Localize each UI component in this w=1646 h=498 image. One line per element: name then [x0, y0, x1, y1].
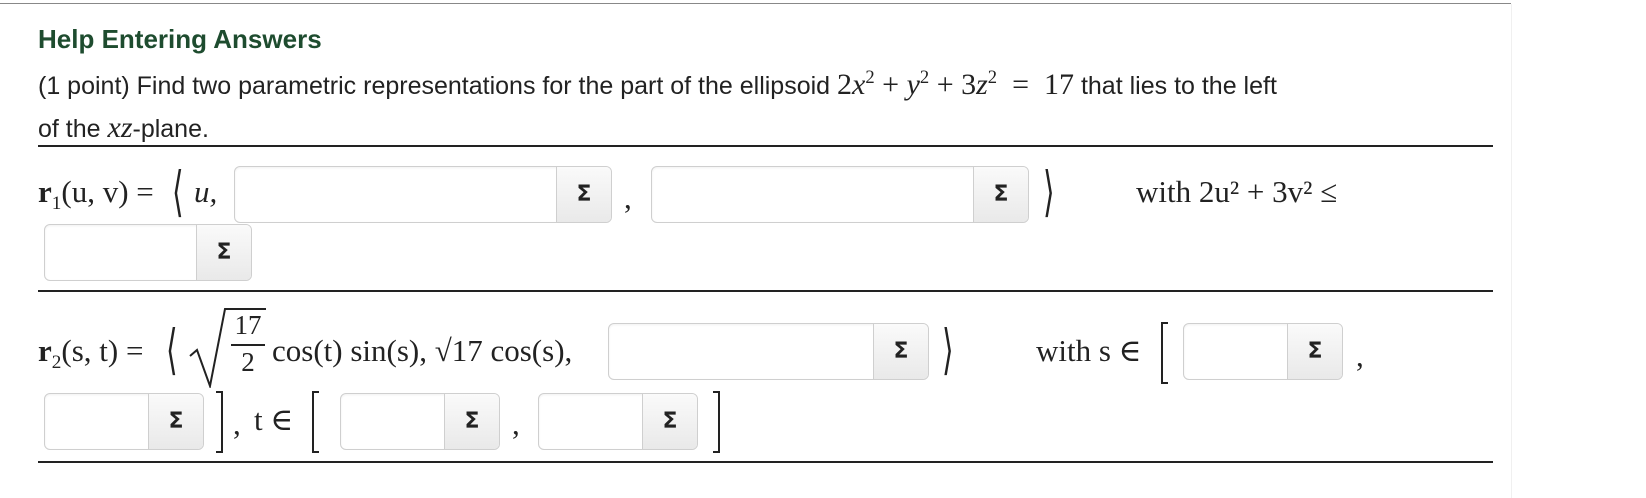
r1-answer-1[interactable]: Σ [234, 166, 612, 223]
divider [38, 461, 1493, 463]
r1-answer-2-input[interactable] [652, 167, 973, 222]
r2-close-angle: ⟩ [942, 320, 954, 380]
t-min-answer[interactable]: Σ [340, 393, 500, 450]
r1-first-component: u, [194, 174, 218, 209]
fraction-denominator: 2 [241, 347, 255, 377]
s-min-answer[interactable]: Σ [1183, 323, 1343, 380]
ellipsoid-equation: 2x2 + y2 + 3z2 = 17 [837, 67, 1075, 101]
r1-constraint: with 2u² + 3v² ≤ [1136, 174, 1338, 209]
equation-editor-button[interactable]: Σ [973, 167, 1028, 222]
divider [38, 145, 1493, 147]
s-range-label: with s ∈ [1036, 333, 1142, 368]
r1-answer-3-input[interactable] [45, 225, 196, 280]
divider [38, 290, 1493, 292]
t-range-label: t ∈ [254, 402, 294, 437]
equation-editor-button[interactable]: Σ [556, 167, 611, 222]
equation-editor-button[interactable]: Σ [196, 225, 251, 280]
t-max-answer[interactable]: Σ [538, 393, 698, 450]
r1-lhs: (u, v) = [61, 174, 154, 209]
fraction-numerator: 17 [234, 310, 262, 340]
r1-comma: , [624, 180, 632, 215]
s-min-input[interactable] [1184, 324, 1287, 379]
s-range-comma: , [1356, 338, 1364, 373]
problem-line2-post: -plane. [132, 115, 209, 143]
r1-open-angle: ⟨ [172, 162, 184, 222]
equation-editor-button[interactable]: Σ [873, 324, 928, 379]
r1-answer-3[interactable]: Σ [44, 224, 252, 281]
r1-close-angle: ⟩ [1043, 162, 1055, 222]
t-max-input[interactable] [539, 394, 642, 449]
t-range-comma: , [512, 406, 520, 441]
r1-answer-2[interactable]: Σ [651, 166, 1029, 223]
t-open-bracket [312, 391, 319, 453]
problem-line2-pre: of the [38, 115, 108, 143]
equation-editor-button[interactable]: Σ [444, 394, 499, 449]
s-close-bracket [216, 391, 223, 453]
problem-intro: (1 point) Find two parametric representa… [38, 72, 838, 100]
t-min-input[interactable] [341, 394, 444, 449]
plane-name: xz [107, 111, 133, 144]
r1-answer-1-input[interactable] [235, 167, 556, 222]
s-open-bracket [1161, 322, 1168, 384]
equation-editor-button[interactable]: Σ [642, 394, 697, 449]
r2-lhs: (s, t) = [61, 333, 144, 368]
t-close-bracket [713, 391, 720, 453]
s-max-answer[interactable]: Σ [44, 393, 204, 450]
equation-editor-button[interactable]: Σ [1287, 324, 1342, 379]
r2-label: r2(s, t) = [38, 333, 144, 374]
r2-answer-1-input[interactable] [609, 324, 873, 379]
s-max-input[interactable] [45, 394, 148, 449]
t-range-comma-separator: , [233, 406, 241, 441]
r2-components: cos(t) sin(s), √17 cos(s), [272, 333, 573, 368]
help-entering-answers-link[interactable]: Help Entering Answers [38, 24, 322, 55]
r1-label: r1(u, v) = [38, 174, 154, 215]
r2-open-angle: ⟨ [166, 320, 178, 380]
fraction-bar [231, 344, 265, 346]
equation-editor-button[interactable]: Σ [148, 394, 203, 449]
problem-outro: that lies to the left [1074, 72, 1277, 100]
problem-statement: (1 point) Find two parametric representa… [38, 64, 1478, 150]
r2-answer-1[interactable]: Σ [608, 323, 929, 380]
